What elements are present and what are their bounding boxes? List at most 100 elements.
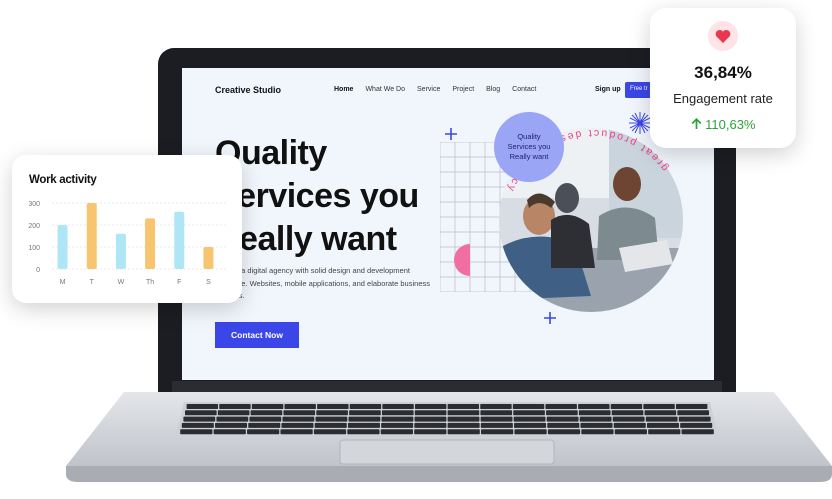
keyboard-key [447, 416, 480, 422]
laptop-screen: Creative Studio Home What We Do Service … [182, 68, 714, 380]
keyboard-key [645, 416, 678, 422]
bar-t [86, 203, 97, 269]
hero-title: Quality Services you Really want [215, 132, 445, 261]
y-tick-label: 200 [28, 223, 40, 230]
bar-m [57, 225, 68, 269]
keyboard-key [247, 429, 280, 435]
y-tick-label: 0 [36, 267, 40, 274]
keyboard-key [447, 422, 480, 428]
nav-links: Home What We Do Service Project Blog Con… [334, 86, 548, 93]
keyboard-key [581, 429, 614, 435]
keyboard-key [514, 422, 547, 428]
keyboard-key [547, 422, 580, 428]
keyboard-key [675, 404, 708, 409]
keyboard-key [186, 404, 219, 409]
keyboard-key [480, 410, 513, 416]
badge-line-3: Really want [509, 152, 549, 161]
nav-home[interactable]: Home [334, 86, 353, 93]
x-tick-label: Th [146, 279, 154, 286]
bar-s [203, 247, 214, 269]
keyboard-key [382, 404, 414, 409]
keyboard-key [219, 404, 251, 409]
keyboard-key [213, 429, 246, 435]
keyboard-key [646, 422, 679, 428]
nav-service[interactable]: Service [417, 86, 440, 93]
bar-th [145, 218, 156, 269]
keyboard-key [414, 429, 447, 435]
keyboard-key [216, 416, 249, 422]
keyboard-key [349, 404, 382, 409]
keyboard-key [381, 410, 414, 416]
keyboard-key [284, 404, 316, 409]
keyboard-key [283, 410, 316, 416]
keyboard-key [614, 429, 647, 435]
signup-link[interactable]: Sign up [595, 86, 621, 93]
nav-contact[interactable]: Contact [512, 86, 536, 93]
keyboard-key [251, 404, 284, 409]
keyboard-key [215, 422, 248, 428]
badge-line-1: Quality [517, 132, 541, 141]
keyboard-key [185, 410, 217, 416]
keyboard-key [282, 416, 315, 422]
keyboard-key [578, 410, 611, 416]
keyboard-key [281, 422, 314, 428]
engagement-growth: 110,63% [650, 117, 796, 132]
engagement-label: Engagement rate [673, 91, 773, 106]
keyboard-key [677, 410, 709, 416]
keyboard-key [316, 410, 348, 416]
keyboard-key [380, 429, 413, 435]
hero-title-line-1: Quality [215, 134, 327, 172]
nav-what-we-do[interactable]: What We Do [365, 86, 405, 93]
keyboard-key [447, 410, 480, 416]
keyboard-key [317, 404, 349, 409]
bar-f [174, 211, 185, 269]
keyboard-key [414, 410, 447, 416]
keyboard-key [348, 416, 381, 422]
keyboard-key [580, 422, 613, 428]
keyboard-key [347, 422, 380, 428]
keyboard-key [249, 416, 282, 422]
stage: Creative Studio Home What We Do Service … [0, 0, 832, 499]
nav-blog[interactable]: Blog [486, 86, 500, 93]
keyboard-key [480, 416, 513, 422]
keyboard-key [481, 429, 514, 435]
keyboard-key [480, 404, 512, 409]
plus-icon [445, 128, 457, 140]
keyboard-key [414, 404, 447, 409]
bar-w [115, 233, 126, 269]
x-tick-label: T [90, 279, 95, 286]
engagement-value: 36,84% [694, 63, 752, 82]
keyboard-key [546, 416, 579, 422]
site-brand[interactable]: Creative Studio [215, 85, 281, 95]
keyboard-key [678, 416, 711, 422]
keyboard-key [248, 422, 281, 428]
keyboard-key [514, 429, 547, 435]
y-tick-label: 100 [28, 245, 40, 252]
keyboard-key [612, 416, 645, 422]
keyboard-key [217, 410, 250, 416]
hero-title-line-3: Really want [215, 220, 397, 258]
x-tick-label: W [118, 279, 125, 286]
x-tick-label: S [206, 279, 211, 286]
keyboard-key [280, 429, 313, 435]
keyboard-key [513, 410, 545, 416]
keyboard-key [181, 422, 214, 428]
engagement-card: 36,84% Engagement rate 110,63% [650, 8, 796, 148]
site-navbar: Creative Studio Home What We Do Service … [182, 68, 714, 112]
keyboard-key [447, 404, 480, 409]
work-activity-card: Work activity 0 100 200 300 M T W Th F S [12, 155, 242, 303]
keyboard-key [513, 416, 546, 422]
keyboard-key [613, 422, 646, 428]
keyboard-key [349, 410, 381, 416]
heart-icon [715, 29, 731, 43]
contact-now-button[interactable]: Contact Now [215, 322, 299, 348]
keyboard-key [447, 429, 480, 435]
keyboard-key [578, 404, 610, 409]
engagement-growth-value: 110,63% [705, 117, 756, 132]
keyboard-key [546, 410, 578, 416]
keyboard-key [643, 404, 675, 409]
keyboard-key [381, 422, 414, 428]
nav-project[interactable]: Project [452, 86, 474, 93]
keyboard-key [180, 429, 213, 435]
pink-half-circle [454, 244, 470, 276]
